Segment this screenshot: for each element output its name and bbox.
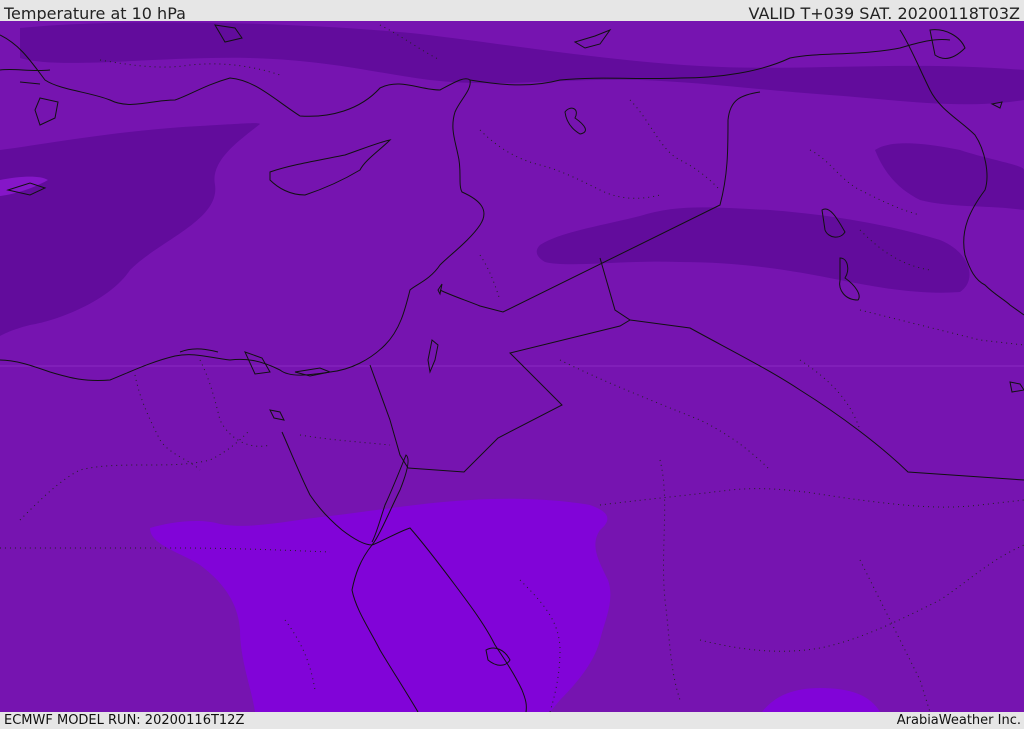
credit-label: ArabiaWeather Inc.	[896, 713, 1021, 728]
header-bar: Temperature at 10 hPa VALID T+039 SAT. 2…	[0, 0, 1024, 23]
footer-bar: ECMWF MODEL RUN: 20200116T12Z ArabiaWeat…	[0, 712, 1024, 729]
model-run-label: ECMWF MODEL RUN: 20200116T12Z	[4, 713, 245, 728]
weather-map	[0, 21, 1024, 712]
